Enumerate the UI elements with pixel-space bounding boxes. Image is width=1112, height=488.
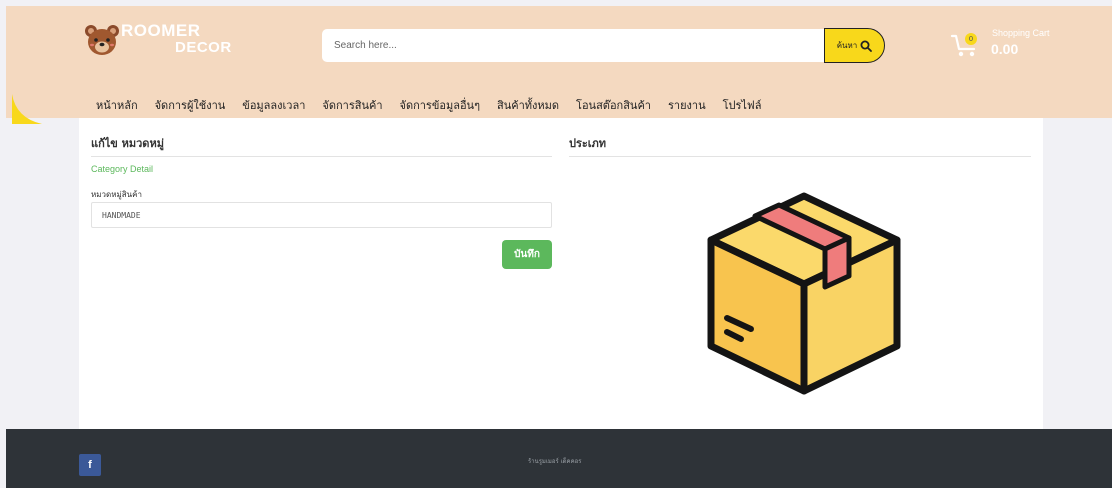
nav-item-users[interactable]: จัดการผู้ใช้งาน (155, 96, 226, 114)
save-button[interactable]: บันทึก (502, 240, 552, 269)
cart-total: 0.00 (991, 41, 1019, 57)
brand-name-line1: ROOMER (121, 21, 201, 40)
nav-item-timesheet[interactable]: ข้อมูลลงเวลา (242, 96, 305, 114)
brand-logo[interactable]: ROOMER DECOR (83, 21, 233, 61)
type-title-divider (569, 156, 1031, 157)
main-nav: หน้าหลัก จัดการผู้ใช้งาน ข้อมูลลงเวลา จั… (96, 96, 778, 114)
decorative-accent (12, 94, 42, 124)
cart-count-badge: 0 (965, 33, 977, 45)
search-button-label: ค้นหา (836, 41, 858, 50)
footer-copyright: ร้านรูมเมอร์ เด็คคอร (528, 458, 582, 465)
box-icon (707, 192, 901, 395)
type-panel-title: ประเภท (569, 137, 607, 150)
facebook-glyph: f (88, 459, 92, 471)
nav-item-products[interactable]: จัดการสินค้า (322, 96, 382, 114)
category-name-field[interactable] (91, 202, 552, 228)
site-footer: f ร้านรูมเมอร์ เด็คคอร (6, 429, 1112, 488)
brand-name-line2: DECOR (175, 39, 232, 56)
search-input[interactable] (322, 29, 824, 62)
nav-item-other-data[interactable]: จัดการข้อมูลอื่นๆ (400, 96, 481, 114)
nav-item-reports[interactable]: รายงาน (668, 96, 706, 114)
nav-item-all-products[interactable]: สินค้าทั้งหมด (497, 96, 559, 114)
nav-item-home[interactable]: หน้าหลัก (96, 96, 138, 114)
shopping-cart[interactable]: 0 Shopping Cart 0.00 (950, 28, 1070, 64)
cart-label: Shopping Cart (992, 28, 1050, 38)
nav-item-profile[interactable]: โปรไฟล์ (723, 96, 762, 114)
main-content: แก้ไข หมวดหมู่ Category Detail หมวดหมู่ส… (79, 118, 1043, 429)
facebook-icon[interactable]: f (79, 454, 101, 476)
search-button[interactable]: ค้นหา (824, 28, 885, 63)
nav-item-stock-transfer[interactable]: โอนสต๊อกสินค้า (576, 96, 651, 114)
site-header: ROOMER DECOR ค้นหา 0 Shopping Cart 0.00 … (6, 6, 1112, 124)
bear-icon (85, 25, 119, 55)
category-field-label: หมวดหมู่สินค้า (91, 190, 142, 199)
title-divider (91, 156, 552, 157)
search-icon (860, 40, 873, 52)
edit-category-title: แก้ไข หมวดหมู่ (91, 137, 164, 150)
category-detail-label: Category Detail (91, 164, 154, 174)
